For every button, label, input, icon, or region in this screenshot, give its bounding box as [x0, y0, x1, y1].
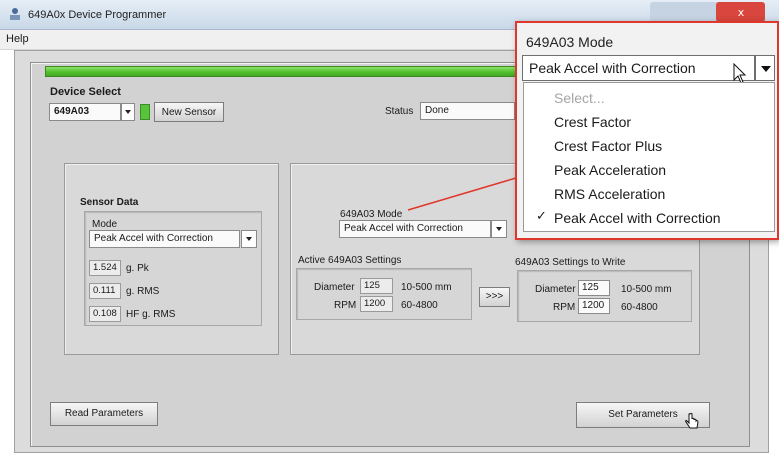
- active-rpm-range: 60-4800: [401, 300, 438, 311]
- option-crest-factor[interactable]: Crest Factor: [554, 114, 631, 130]
- active-rpm-value: 1200: [360, 296, 393, 312]
- callout-title: 649A03 Mode: [526, 34, 614, 50]
- callout-options-list: Select... Crest Factor Crest Factor Plus…: [523, 82, 775, 232]
- device-select-field[interactable]: 649A03: [49, 103, 121, 121]
- callout-dropdown-icon[interactable]: [755, 55, 775, 81]
- write-settings-title: 649A03 Settings to Write: [515, 257, 626, 268]
- mode-label: Mode: [92, 219, 118, 230]
- hand-cursor-icon: [685, 413, 699, 429]
- sensor-mode-dropdown-icon[interactable]: [241, 230, 257, 248]
- option-peak-accel-correction[interactable]: Peak Accel with Correction: [554, 210, 721, 226]
- reading-hfgrms-value: 0.108: [89, 306, 121, 322]
- app-icon: [10, 8, 20, 20]
- reading-gpk-value: 1.524: [89, 260, 121, 276]
- active-rpm-label: RPM: [334, 300, 357, 311]
- write-diameter-label: Diameter: [535, 284, 576, 295]
- mode-panel-label: 649A03 Mode: [340, 209, 403, 220]
- write-diameter-range: 10-500 mm: [621, 284, 672, 295]
- option-crest-factor-plus[interactable]: Crest Factor Plus: [554, 138, 662, 154]
- option-rms-acceleration[interactable]: RMS Acceleration: [554, 186, 665, 202]
- active-diameter-value: 125: [360, 278, 393, 294]
- copy-settings-button[interactable]: >>>: [479, 287, 510, 307]
- mode-panel-field[interactable]: Peak Accel with Correction: [339, 220, 491, 238]
- status-label: Status: [385, 106, 414, 117]
- write-rpm-range: 60-4800: [621, 302, 658, 313]
- device-select-label: Device Select: [50, 86, 121, 98]
- callout-mode-select[interactable]: Peak Accel with Correction: [522, 55, 755, 81]
- svg-text:x: x: [738, 6, 745, 19]
- reading-grms-unit: g. RMS: [126, 286, 160, 297]
- active-settings-box: [296, 268, 472, 320]
- status-led-icon: [140, 104, 150, 120]
- new-sensor-button[interactable]: New Sensor: [154, 102, 224, 122]
- active-diameter-label: Diameter: [314, 282, 355, 293]
- device-select-dropdown-icon[interactable]: [121, 103, 135, 121]
- write-rpm-input[interactable]: 1200: [578, 298, 610, 314]
- mode-panel-dropdown-icon[interactable]: [491, 220, 507, 238]
- write-rpm-label: RPM: [553, 302, 576, 313]
- reading-hfgrms-unit: HF g. RMS: [126, 309, 176, 320]
- window-controls[interactable]: x: [650, 2, 765, 22]
- window-title: 649A0x Device Programmer: [28, 9, 167, 21]
- write-diameter-input[interactable]: 125: [578, 280, 610, 296]
- active-diameter-range: 10-500 mm: [401, 282, 452, 293]
- reading-gpk-unit: g. Pk: [126, 263, 149, 274]
- reading-grms-value: 0.111: [89, 283, 121, 299]
- read-parameters-button[interactable]: Read Parameters: [50, 402, 158, 426]
- option-peak-acceleration[interactable]: Peak Acceleration: [554, 162, 666, 178]
- checkmark-icon: ✓: [536, 208, 547, 223]
- write-settings-box: [517, 270, 692, 322]
- menu-help[interactable]: Help: [6, 33, 29, 45]
- option-select: Select...: [554, 90, 605, 106]
- sensor-mode-field[interactable]: Peak Accel with Correction: [89, 230, 240, 248]
- active-settings-title: Active 649A03 Settings: [298, 255, 402, 266]
- sensor-data-title: Sensor Data: [80, 197, 139, 208]
- status-field: Done: [420, 102, 515, 120]
